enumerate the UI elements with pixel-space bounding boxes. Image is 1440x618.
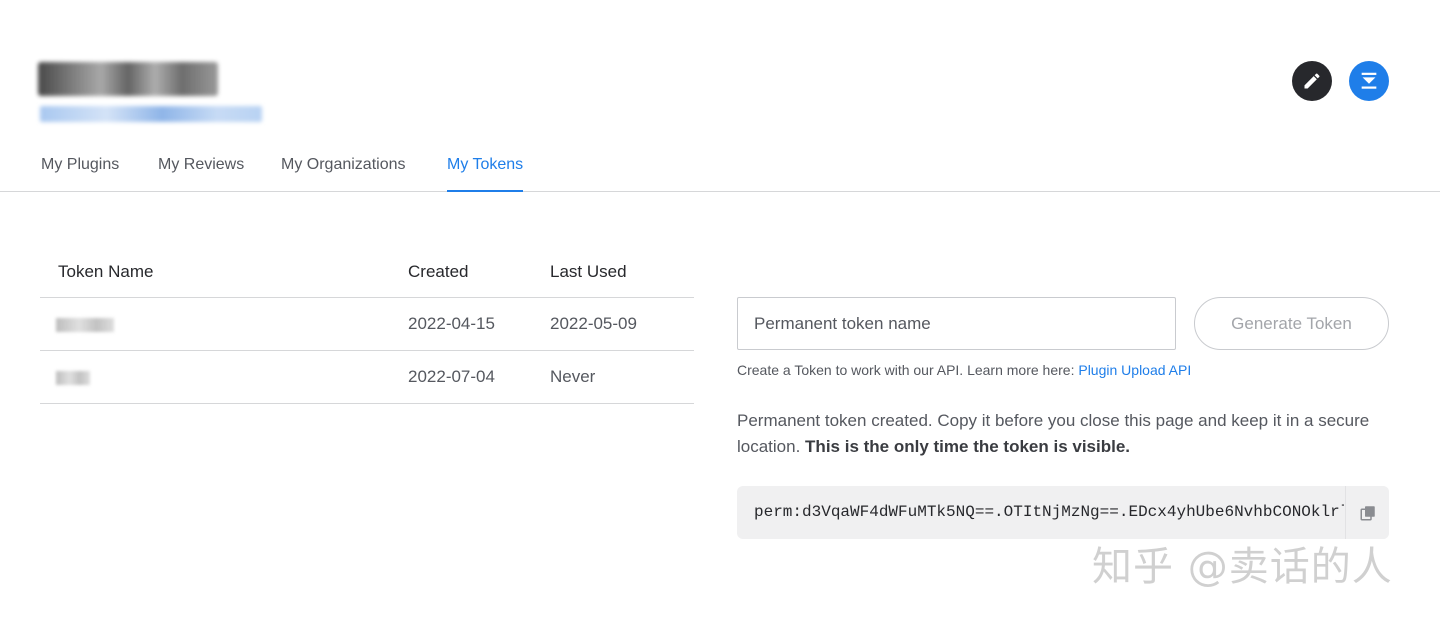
profile-header — [0, 0, 1440, 140]
token-created-notice: Permanent token created. Copy it before … — [737, 408, 1377, 460]
table-header: Token Name Created Last Used — [40, 246, 694, 298]
tab-my-organizations[interactable]: My Organizations — [281, 156, 406, 192]
pencil-icon — [1304, 73, 1320, 89]
table-row[interactable]: 2022-04-15 2022-05-09 — [40, 298, 694, 351]
token-last-used: Never — [550, 367, 596, 386]
token-value[interactable]: perm:d3VqaWF4dWFuMTk5NQ==.OTItNjMzNg==.E… — [754, 503, 1344, 521]
token-display: perm:d3VqaWF4dWFuMTk5NQ==.OTItNjMzNg==.E… — [737, 486, 1389, 539]
edit-profile-button[interactable] — [1292, 61, 1332, 101]
token-created: 2022-04-15 — [408, 314, 495, 333]
api-hint: Create a Token to work with our API. Lea… — [737, 362, 1191, 378]
plugin-upload-api-link[interactable]: Plugin Upload API — [1078, 362, 1191, 378]
download-button[interactable] — [1349, 61, 1389, 101]
token-last-used: 2022-05-09 — [550, 314, 637, 333]
user-name-redacted — [38, 62, 218, 96]
token-created: 2022-07-04 — [408, 367, 495, 386]
api-hint-text: Create a Token to work with our API. Lea… — [737, 362, 1079, 378]
watermark: 知乎 @卖话的人 — [1092, 544, 1393, 590]
copy-icon — [1360, 505, 1375, 520]
download-icon — [1361, 72, 1377, 89]
tab-my-tokens[interactable]: My Tokens — [447, 156, 524, 192]
token-name-redacted — [56, 318, 114, 332]
column-header-created: Created — [408, 262, 469, 281]
notice-bold-text: This is the only time the token is visib… — [805, 437, 1131, 456]
user-email-redacted — [40, 106, 262, 122]
token-name-redacted — [56, 371, 90, 385]
tokens-table: Token Name Created Last Used 2022-04-15 … — [40, 246, 694, 404]
tab-my-reviews[interactable]: My Reviews — [158, 156, 244, 192]
column-header-last-used: Last Used — [550, 262, 627, 281]
profile-tabs: My Plugins My Reviews My Organizations M… — [0, 140, 1440, 192]
token-name-input[interactable] — [737, 297, 1176, 350]
tab-my-plugins[interactable]: My Plugins — [41, 156, 119, 192]
copy-token-button[interactable] — [1345, 486, 1389, 539]
table-row[interactable]: 2022-07-04 Never — [40, 351, 694, 404]
generate-token-button[interactable]: Generate Token — [1194, 297, 1389, 350]
column-header-token-name: Token Name — [58, 262, 154, 281]
